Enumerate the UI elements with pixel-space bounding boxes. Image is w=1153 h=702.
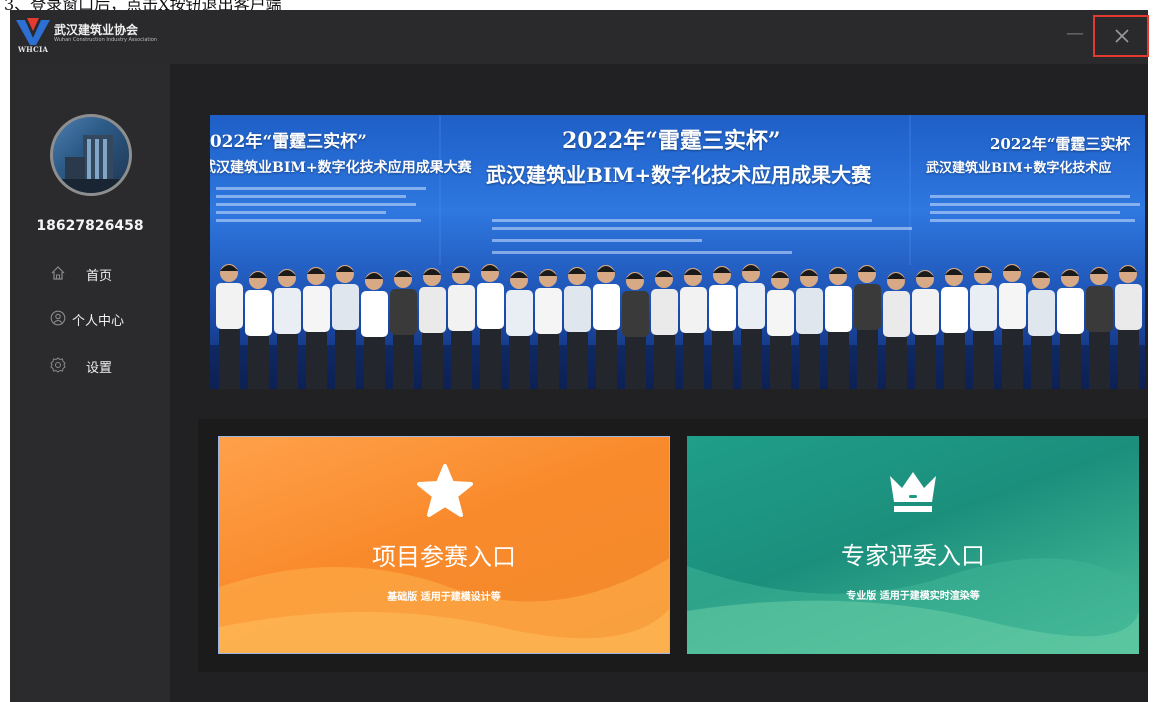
photo-person — [535, 269, 562, 389]
title-bar: WHCIA 武汉建筑业协会 Wuhan Construction Industr… — [10, 10, 1149, 64]
entry-panel: 项目参赛入口 基础版 适用于建模设计等 专家评委入口 专业版 适用于建模实时渲染… — [198, 419, 1148, 672]
logo-abbreviation: WHCIA — [18, 45, 49, 54]
group-photo-people — [216, 264, 1142, 389]
photo-person — [941, 268, 968, 389]
client-window: WHCIA 武汉建筑业协会 Wuhan Construction Industr… — [10, 10, 1149, 702]
sidebar-item-profile[interactable]: 个人中心 — [50, 307, 170, 331]
photo-person — [651, 270, 678, 389]
banner-title-left: 2022年“雷霆三实杯” — [210, 132, 367, 152]
logo-name: 武汉建筑业协会 — [54, 23, 139, 37]
photo-person — [332, 265, 359, 389]
photo-person — [274, 269, 301, 389]
photo-person — [622, 272, 649, 389]
project-entry-subtitle: 基础版 适用于建模设计等 — [387, 592, 501, 603]
photo-person — [767, 271, 794, 389]
expert-entry-subtitle: 专业版 适用于建模实时渲染等 — [846, 591, 980, 602]
photo-person — [999, 264, 1026, 389]
expert-entry-title: 专家评委入口 — [841, 542, 985, 570]
photo-person — [738, 264, 765, 389]
close-button[interactable] — [1093, 15, 1149, 57]
home-icon — [51, 266, 65, 280]
close-icon — [1115, 29, 1129, 43]
project-entry-title: 项目参赛入口 — [372, 543, 516, 571]
sidebar-item-label: 个人中心 — [72, 314, 125, 329]
photo-person — [564, 267, 591, 389]
sidebar-item-home[interactable]: 首页 — [50, 262, 170, 286]
sidebar-item-label: 设置 — [86, 361, 113, 376]
user-icon — [50, 310, 66, 326]
banner-title-center: 2022年“雷霆三实杯” — [562, 128, 781, 154]
banner-title-right: 2022年“雷霆三实杯 — [990, 135, 1131, 153]
photo-person — [854, 265, 881, 389]
photo-person — [593, 265, 620, 389]
sidebar: 18627826458 首页 个人中心 设置 — [10, 64, 170, 702]
sidebar-item-label: 首页 — [86, 269, 113, 284]
photo-person — [796, 269, 823, 389]
main-content: 2022年“雷霆三实杯” 武汉建筑业BIM+数字化技术应用成果大赛 2022年“… — [170, 64, 1148, 702]
banner-subtitle-right: 武汉建筑业BIM+数字化技术应 — [926, 161, 1112, 176]
logo-subtitle: Wuhan Construction Industry Association — [54, 37, 157, 43]
photo-person — [1057, 269, 1084, 389]
photo-person — [1028, 271, 1055, 389]
instruction-caption: 3、登录窗口后，点击X按钮退出客户端 — [4, 0, 282, 14]
photo-person — [709, 266, 736, 389]
gear-icon — [50, 357, 66, 373]
photo-person — [477, 264, 504, 389]
photo-person — [303, 267, 330, 389]
photo-person — [448, 266, 475, 389]
photo-person — [419, 268, 446, 389]
photo-person — [912, 270, 939, 389]
star-icon — [417, 464, 473, 517]
user-phone: 18627826458 — [36, 218, 144, 234]
photo-person — [1086, 267, 1113, 389]
photo-person — [361, 272, 388, 389]
photo-person — [825, 267, 852, 389]
banner-subtitle-center: 武汉建筑业BIM+数字化技术应用成果大赛 — [486, 163, 872, 187]
photo-person — [216, 264, 243, 389]
avatar-building-image — [53, 135, 129, 193]
photo-person — [970, 266, 997, 389]
minimize-button[interactable]: — — [1064, 24, 1086, 44]
crown-icon — [890, 472, 936, 512]
photo-person — [390, 270, 417, 389]
banner-subtitle-left: 武汉建筑业BIM+数字化技术应用成果大赛 — [210, 160, 472, 176]
photo-person — [883, 272, 910, 389]
photo-person — [506, 271, 533, 389]
photo-person — [245, 271, 272, 389]
expert-entry-card[interactable]: 专家评委入口 专业版 适用于建模实时渲染等 — [687, 436, 1139, 654]
association-logo: WHCIA 武汉建筑业协会 Wuhan Construction Industr… — [16, 18, 166, 58]
photo-person — [1115, 265, 1142, 389]
competition-banner: 2022年“雷霆三实杯” 武汉建筑业BIM+数字化技术应用成果大赛 2022年“… — [210, 115, 1145, 389]
photo-person — [680, 268, 707, 389]
sidebar-item-settings[interactable]: 设置 — [50, 354, 170, 378]
avatar[interactable] — [50, 114, 132, 196]
project-entry-card[interactable]: 项目参赛入口 基础版 适用于建模设计等 — [218, 436, 670, 654]
logo-mark-icon — [16, 18, 50, 45]
